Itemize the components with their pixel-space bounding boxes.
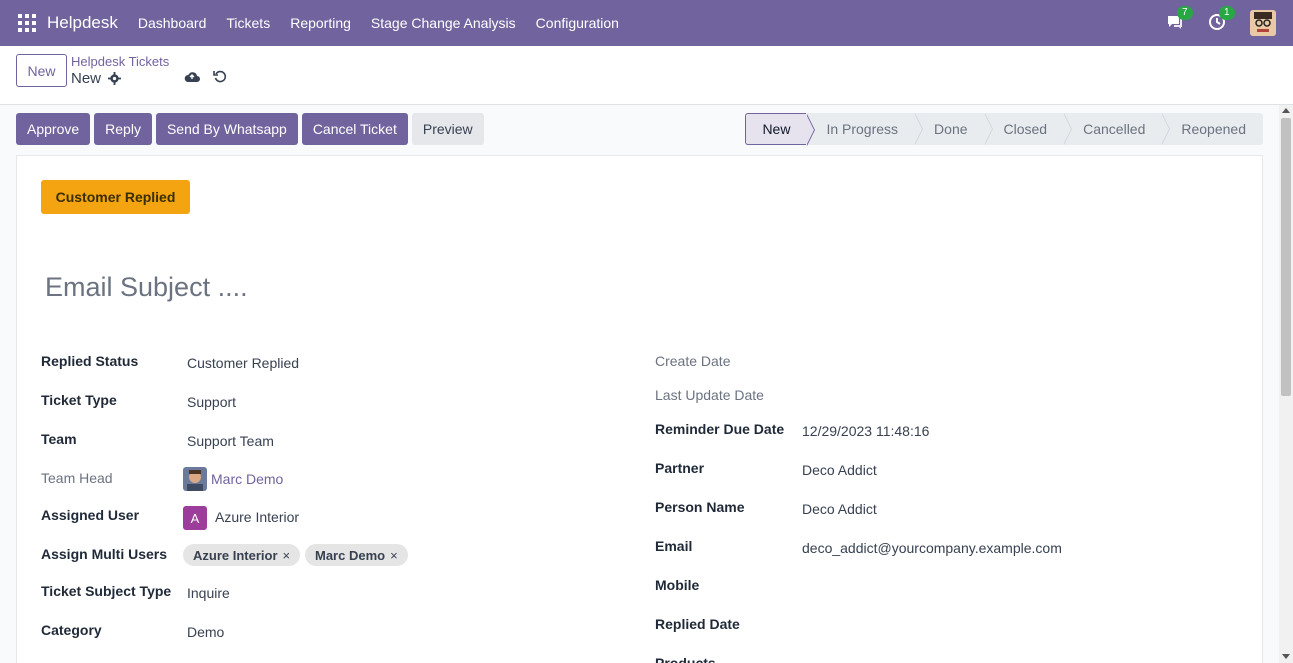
new-record-button[interactable]: New	[16, 54, 67, 87]
team-value[interactable]: Support Team	[187, 433, 274, 449]
category-label: Category	[41, 622, 102, 638]
person-name-value[interactable]: Deco Addict	[802, 501, 877, 517]
partner-label: Partner	[655, 460, 705, 476]
mobile-label: Mobile	[655, 577, 700, 593]
send-by-whatsapp-button[interactable]: Send By Whatsapp	[155, 113, 298, 145]
remove-tag-icon[interactable]: ×	[390, 548, 398, 563]
app-brand[interactable]: Helpdesk	[47, 13, 118, 33]
menu-dashboard[interactable]: Dashboard	[128, 15, 217, 31]
assigned-user-avatar: A	[183, 506, 207, 530]
remove-tag-icon[interactable]: ×	[283, 548, 291, 563]
stage-in-progress[interactable]: In Progress	[806, 113, 923, 145]
ticket-type-value[interactable]: Support	[187, 394, 236, 410]
menu-reporting[interactable]: Reporting	[280, 15, 361, 31]
approve-button[interactable]: Approve	[16, 113, 91, 145]
last-update-date-label: Last Update Date	[655, 387, 764, 403]
team-label: Team	[41, 431, 77, 447]
category-value[interactable]: Demo	[187, 624, 224, 640]
ticket-subject-type-value[interactable]: Inquire	[187, 585, 230, 601]
reminder-due-date-label: Reminder Due Date	[655, 421, 785, 437]
assign-multi-users-label: Assign Multi Users	[41, 546, 168, 562]
replied-date-label: Replied Date	[655, 616, 740, 632]
stage-new[interactable]: New	[745, 113, 816, 146]
customer-replied-badge: Customer Replied	[41, 180, 190, 214]
stage-cancelled[interactable]: Cancelled	[1063, 113, 1171, 145]
breadcrumb-current: New	[71, 70, 102, 87]
tag-marc-demo[interactable]: Marc Demo ×	[305, 544, 408, 566]
scrollbar-thumb[interactable]	[1281, 118, 1291, 396]
email-value[interactable]: deco_addict@yourcompany.example.com	[802, 540, 1062, 556]
top-navbar: Helpdesk Dashboard Tickets Reporting Sta…	[0, 0, 1293, 46]
create-date-label: Create Date	[655, 353, 731, 369]
email-label: Email	[655, 538, 693, 554]
control-panel: New Helpdesk Tickets New	[0, 46, 1293, 105]
messages-button[interactable]: 7	[1166, 6, 1193, 33]
tag-azure-interior[interactable]: Azure Interior ×	[183, 544, 301, 566]
messages-count-badge: 7	[1177, 6, 1193, 20]
apps-menu-icon[interactable]	[18, 14, 36, 32]
replied-status-value[interactable]: Customer Replied	[187, 355, 299, 371]
save-cloud-icon[interactable]	[184, 70, 200, 84]
reminder-due-date-value[interactable]: 12/29/2023 11:48:16	[802, 423, 929, 439]
stage-pipeline: New In Progress Done Closed Cancelled Re…	[745, 113, 1263, 146]
discard-undo-icon[interactable]	[213, 69, 227, 83]
gear-icon[interactable]	[108, 72, 121, 85]
stage-reopened[interactable]: Reopened	[1161, 113, 1263, 145]
statusbar-buttons: Approve Reply Send By Whatsapp Cancel Ti…	[16, 113, 488, 145]
breadcrumb-parent[interactable]: Helpdesk Tickets	[71, 54, 169, 69]
email-subject-field[interactable]: Email Subject ....	[45, 272, 248, 303]
scroll-up-arrow-icon[interactable]	[1282, 108, 1290, 113]
stage-closed[interactable]: Closed	[983, 113, 1072, 145]
stage-done[interactable]: Done	[914, 113, 994, 145]
person-name-label: Person Name	[655, 499, 745, 515]
assigned-user-value[interactable]: Azure Interior	[215, 509, 299, 525]
ticket-subject-type-label: Ticket Subject Type	[41, 583, 172, 599]
menu-tickets[interactable]: Tickets	[216, 15, 280, 31]
replied-status-label: Replied Status	[41, 353, 139, 369]
team-head-label: Team Head	[41, 470, 113, 486]
products-label: Products	[655, 655, 716, 663]
preview-button[interactable]: Preview	[411, 113, 484, 145]
partner-value[interactable]: Deco Addict	[802, 462, 877, 478]
team-head-value[interactable]: Marc Demo	[211, 471, 283, 487]
tag-label: Azure Interior	[193, 547, 278, 563]
activities-count-badge: 1	[1219, 6, 1235, 20]
cancel-ticket-button[interactable]: Cancel Ticket	[301, 113, 408, 145]
reply-button[interactable]: Reply	[94, 113, 152, 145]
assigned-user-label: Assigned User	[41, 507, 140, 523]
ticket-type-label: Ticket Type	[41, 392, 117, 408]
team-head-avatar	[183, 467, 207, 491]
scroll-down-arrow-icon[interactable]	[1282, 654, 1290, 659]
user-avatar[interactable]	[1250, 10, 1276, 36]
menu-configuration[interactable]: Configuration	[526, 15, 629, 31]
tag-label: Marc Demo	[315, 547, 386, 563]
activities-button[interactable]: 1	[1208, 6, 1235, 33]
menu-stage-change-analysis[interactable]: Stage Change Analysis	[361, 15, 526, 31]
